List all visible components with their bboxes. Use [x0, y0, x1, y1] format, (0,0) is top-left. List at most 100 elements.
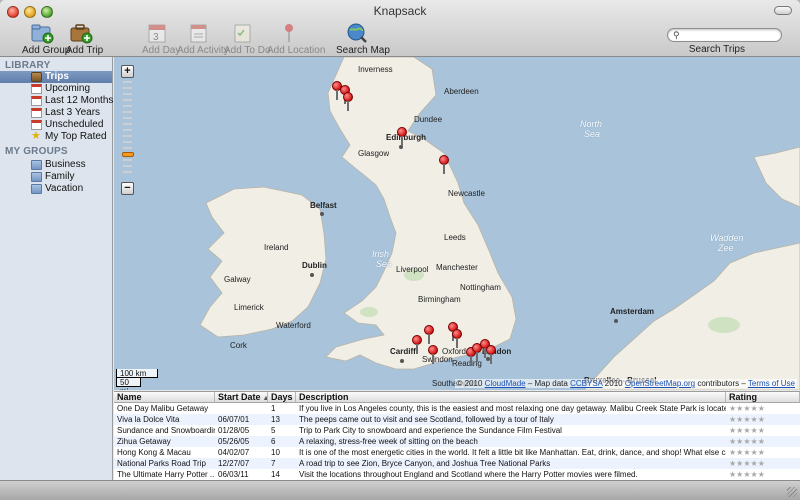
- location-pin[interactable]: [424, 325, 434, 345]
- toolbar: Knapsack Add Group Add Trip 3 Add Day Ad…: [0, 0, 800, 57]
- cell-start-date: 06/07/01: [218, 415, 250, 424]
- scale-km: 100 km: [116, 369, 158, 378]
- bottom-bar: [0, 480, 800, 500]
- rating-stars[interactable]: ★★★★★: [726, 458, 800, 469]
- cell-description: A relaxing, stress-free week of sitting …: [299, 437, 478, 446]
- location-pin[interactable]: [486, 345, 496, 365]
- add-trip-label: Add Trip: [66, 45, 104, 56]
- search-map-button[interactable]: Search Map: [336, 22, 390, 56]
- location-pin[interactable]: [412, 335, 422, 355]
- osm-link[interactable]: OpenStreetMap.org: [625, 379, 695, 388]
- folder-icon: [31, 184, 42, 194]
- cell-name: One Day Malibu Getaway: [117, 404, 209, 413]
- sidebar-item-top-rated[interactable]: ★ My Top Rated: [0, 131, 112, 143]
- cell-description: The peeps came out to visit and see Scot…: [299, 415, 554, 424]
- column-header-rating[interactable]: Rating: [726, 392, 800, 402]
- map-label-cork: Cork: [230, 341, 247, 350]
- search-input[interactable]: [684, 29, 776, 41]
- table-row[interactable]: One Day Malibu Getaway 1 If you live in …: [114, 403, 800, 414]
- add-group-button[interactable]: Add Group: [22, 22, 70, 56]
- table-row[interactable]: National Parks Road Trip 12/27/07 7 A ro…: [114, 458, 800, 469]
- zoom-slider-thumb[interactable]: [122, 152, 134, 157]
- map-label-liverpool: Liverpool: [396, 265, 429, 274]
- rating-stars[interactable]: ★★★★★: [726, 447, 800, 458]
- zoom-out-button[interactable]: −: [121, 182, 134, 195]
- location-pin[interactable]: [397, 127, 407, 147]
- sidebar-item-upcoming[interactable]: Upcoming: [0, 83, 112, 95]
- sidebar-item-last-3-years[interactable]: Last 3 Years: [0, 107, 112, 119]
- add-trip-button[interactable]: Add Trip: [66, 22, 104, 56]
- sidebar-item-label: Family: [45, 171, 75, 182]
- rating-stars[interactable]: ★★★★★: [726, 469, 800, 480]
- calendar-icon: [31, 84, 42, 94]
- toolbar-toggle-button[interactable]: [774, 6, 792, 15]
- cell-name: Sundance and Snowboarding: [117, 426, 215, 435]
- location-pin[interactable]: [343, 92, 353, 112]
- cell-days: 10: [271, 448, 280, 457]
- map-label-irish-sea-1: Irish: [372, 249, 390, 259]
- attribution-prefix: © 2010: [456, 379, 483, 388]
- map-label-inverness: Inverness: [358, 65, 393, 74]
- sidebar-item-vacation[interactable]: Vacation: [0, 183, 112, 195]
- add-activity-button[interactable]: Add Activity: [177, 22, 229, 56]
- rating-stars[interactable]: ★★★★★: [726, 436, 800, 447]
- location-pin[interactable]: [428, 345, 438, 365]
- cell-description: Trip to Park City to snowboard and exper…: [299, 426, 562, 435]
- column-header-name[interactable]: Name: [114, 392, 215, 402]
- search-field[interactable]: ⚲: [667, 28, 782, 42]
- folder-icon: [31, 160, 42, 170]
- map-view[interactable]: + − Inverness Aberdeen Dundee Edinburgh …: [114, 57, 800, 390]
- cell-name: Hong Kong & Macau: [117, 448, 191, 457]
- rating-stars[interactable]: ★★★★★: [726, 414, 800, 425]
- column-header-description[interactable]: Description: [296, 392, 726, 402]
- add-day-label: Add Day: [142, 45, 181, 56]
- resize-grip-icon[interactable]: [787, 487, 797, 497]
- rating-stars[interactable]: ★★★★★: [726, 425, 800, 436]
- map-label-wadden-2: Zee: [718, 243, 734, 253]
- sidebar-item-label: Last 3 Years: [45, 107, 101, 118]
- column-label: Description: [299, 392, 349, 402]
- add-activity-label: Add Activity: [177, 45, 229, 56]
- ccbysa-link[interactable]: CCBYSA: [570, 379, 602, 388]
- location-pin[interactable]: [439, 155, 449, 175]
- map-label-north-sea-2: Sea: [584, 129, 601, 139]
- sidebar-item-trips[interactable]: Trips: [0, 71, 112, 83]
- column-label: Start Date: [218, 392, 261, 402]
- attribution-contributors: contributors –: [697, 379, 746, 388]
- zoom-slider[interactable]: [122, 81, 134, 179]
- cloudmade-link[interactable]: CloudMade: [485, 379, 526, 388]
- folder-icon: [31, 172, 42, 182]
- table-row[interactable]: The Ultimate Harry Potter ... 06/03/11 1…: [114, 469, 800, 480]
- terms-of-use-link[interactable]: Terms of Use: [748, 379, 795, 388]
- map-scale: 100 km 50 mi: [116, 369, 158, 390]
- city-marker: [310, 273, 314, 277]
- column-header-days[interactable]: Days: [268, 392, 296, 402]
- sidebar-item-business[interactable]: Business: [0, 159, 112, 171]
- add-location-label: Add Location: [267, 45, 326, 56]
- map-label-waterford: Waterford: [276, 321, 311, 330]
- rating-stars[interactable]: ★★★★★: [726, 403, 800, 414]
- map-label-galway: Galway: [224, 275, 251, 284]
- location-pin[interactable]: [452, 329, 462, 349]
- column-header-start-date[interactable]: Start Date▲: [215, 392, 268, 402]
- column-label: Rating: [729, 392, 757, 402]
- table-row[interactable]: Sundance and Snowboarding 01/28/05 5 Tri…: [114, 425, 800, 436]
- add-group-icon: [31, 24, 54, 44]
- cell-days: 6: [271, 437, 276, 446]
- search-map-label: Search Map: [336, 45, 390, 56]
- cell-start-date: [215, 403, 268, 414]
- sidebar-item-label: Trips: [45, 71, 69, 82]
- add-trip-icon: [70, 24, 93, 44]
- table-row[interactable]: Hong Kong & Macau 04/02/07 10 It is one …: [114, 447, 800, 458]
- add-day-button[interactable]: 3 Add Day: [142, 22, 181, 56]
- sidebar-item-family[interactable]: Family: [0, 171, 112, 183]
- sidebar-item-unscheduled[interactable]: Unscheduled: [0, 119, 112, 131]
- zoom-in-button[interactable]: +: [121, 65, 134, 78]
- add-todo-button[interactable]: Add To Do: [224, 22, 271, 56]
- add-location-button[interactable]: Add Location: [267, 22, 326, 56]
- table-row[interactable]: Zihua Getaway 05/26/05 6 A relaxing, str…: [114, 436, 800, 447]
- table-row[interactable]: Viva la Dolce Vita 06/07/01 13 The peeps…: [114, 414, 800, 425]
- cell-days: 1: [271, 404, 276, 413]
- sidebar-item-last-12-months[interactable]: Last 12 Months: [0, 95, 113, 107]
- cell-days: 7: [271, 459, 276, 468]
